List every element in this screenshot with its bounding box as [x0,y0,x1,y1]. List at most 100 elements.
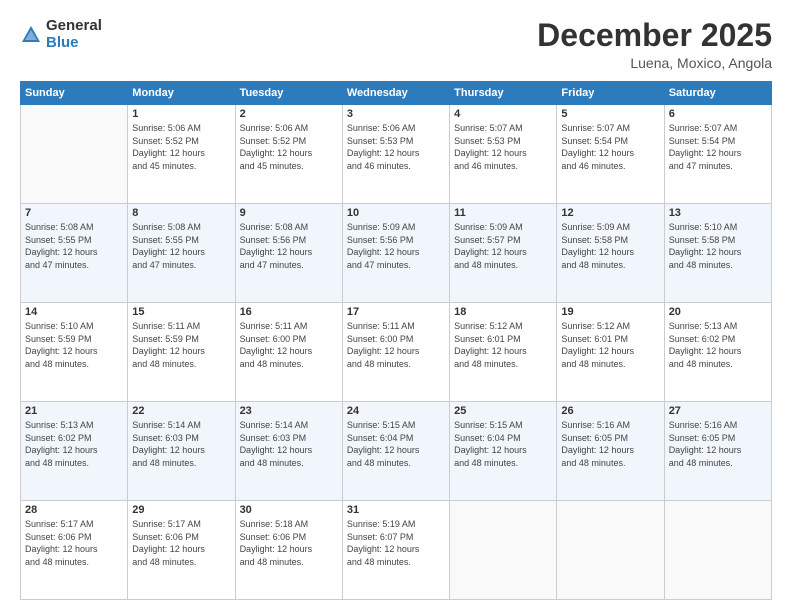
calendar-cell: 8 Sunrise: 5:08 AMSunset: 5:55 PMDaylight… [128,204,235,303]
day-number: 9 [240,207,338,219]
day-number: 2 [240,108,338,120]
day-number: 24 [347,405,445,417]
calendar-cell: 17 Sunrise: 5:11 AMSunset: 6:00 PMDayligh… [342,303,449,402]
calendar-cell: 22 Sunrise: 5:14 AMSunset: 6:03 PMDayligh… [128,402,235,501]
day-number: 1 [132,108,230,120]
day-number: 12 [561,207,659,219]
calendar-cell: 5 Sunrise: 5:07 AMSunset: 5:54 PMDaylight… [557,105,664,204]
location: Luena, Moxico, Angola [537,55,772,71]
calendar-cell: 23Sunrise: 5:14 AMSunset: 6:03 PMDayligh… [235,402,342,501]
calendar-cell: 4 Sunrise: 5:07 AMSunset: 5:53 PMDaylight… [450,105,557,204]
weekday-header-wednesday: Wednesday [342,82,449,105]
day-info: Sunrise: 5:08 AMSunset: 5:55 PMDaylight:… [25,221,123,271]
day-number: 29 [132,504,230,516]
day-number: 19 [561,306,659,318]
day-number: 17 [347,306,445,318]
day-number: 8 [132,207,230,219]
calendar-cell: 6 Sunrise: 5:07 AMSunset: 5:54 PMDaylight… [664,105,771,204]
day-number: 3 [347,108,445,120]
day-info: Sunrise: 5:13 AMSunset: 6:02 PMDaylight:… [669,320,767,370]
calendar-cell: 30 Sunrise: 5:18 AMSunset: 6:06 PMDayligh… [235,501,342,600]
logo-text: General Blue [46,18,102,51]
logo-general: General [46,18,102,35]
calendar-cell: 18Sunrise: 5:12 AMSunset: 6:01 PMDayligh… [450,303,557,402]
calendar-cell [21,105,128,204]
day-info: Sunrise: 5:07 AMSunset: 5:54 PMDaylight:… [669,122,767,172]
day-info: Sunrise: 5:17 AMSunset: 6:06 PMDaylight:… [132,518,230,568]
calendar-week-3: 14Sunrise: 5:10 AMSunset: 5:59 PMDayligh… [21,303,772,402]
calendar-cell: 9 Sunrise: 5:08 AMSunset: 5:56 PMDaylight… [235,204,342,303]
day-number: 6 [669,108,767,120]
day-info: Sunrise: 5:16 AMSunset: 6:05 PMDaylight:… [669,419,767,469]
calendar-cell: 31Sunrise: 5:19 AMSunset: 6:07 PMDayligh… [342,501,449,600]
calendar-cell: 14Sunrise: 5:10 AMSunset: 5:59 PMDayligh… [21,303,128,402]
calendar-cell: 26Sunrise: 5:16 AMSunset: 6:05 PMDayligh… [557,402,664,501]
calendar-cell: 2 Sunrise: 5:06 AMSunset: 5:52 PMDaylight… [235,105,342,204]
day-info: Sunrise: 5:10 AMSunset: 5:59 PMDaylight:… [25,320,123,370]
calendar-cell: 21 Sunrise: 5:13 AMSunset: 6:02 PMDayligh… [21,402,128,501]
day-info: Sunrise: 5:07 AMSunset: 5:54 PMDaylight:… [561,122,659,172]
calendar-cell: 24Sunrise: 5:15 AMSunset: 6:04 PMDayligh… [342,402,449,501]
day-number: 4 [454,108,552,120]
day-info: Sunrise: 5:09 AMSunset: 5:57 PMDaylight:… [454,221,552,271]
calendar-body: 1 Sunrise: 5:06 AMSunset: 5:52 PMDaylight… [21,105,772,600]
calendar: SundayMondayTuesdayWednesdayThursdayFrid… [20,81,772,600]
calendar-week-4: 21 Sunrise: 5:13 AMSunset: 6:02 PMDayligh… [21,402,772,501]
day-number: 31 [347,504,445,516]
day-number: 28 [25,504,123,516]
day-number: 26 [561,405,659,417]
weekday-header-saturday: Saturday [664,82,771,105]
calendar-cell: 3Sunrise: 5:06 AMSunset: 5:53 PMDaylight… [342,105,449,204]
calendar-week-1: 1 Sunrise: 5:06 AMSunset: 5:52 PMDaylight… [21,105,772,204]
calendar-cell: 28 Sunrise: 5:17 AMSunset: 6:06 PMDayligh… [21,501,128,600]
weekday-header-monday: Monday [128,82,235,105]
day-number: 21 [25,405,123,417]
day-number: 30 [240,504,338,516]
calendar-cell [450,501,557,600]
day-number: 10 [347,207,445,219]
day-number: 23 [240,405,338,417]
header: General Blue December 2025 Luena, Moxico… [20,18,772,71]
day-info: Sunrise: 5:06 AMSunset: 5:52 PMDaylight:… [240,122,338,172]
day-number: 15 [132,306,230,318]
calendar-cell: 13 Sunrise: 5:10 AMSunset: 5:58 PMDayligh… [664,204,771,303]
day-number: 22 [132,405,230,417]
day-info: Sunrise: 5:08 AMSunset: 5:55 PMDaylight:… [132,221,230,271]
calendar-cell: 20Sunrise: 5:13 AMSunset: 6:02 PMDayligh… [664,303,771,402]
day-number: 11 [454,207,552,219]
calendar-week-5: 28 Sunrise: 5:17 AMSunset: 6:06 PMDayligh… [21,501,772,600]
calendar-week-2: 7 Sunrise: 5:08 AMSunset: 5:55 PMDaylight… [21,204,772,303]
weekday-header-sunday: Sunday [21,82,128,105]
day-info: Sunrise: 5:17 AMSunset: 6:06 PMDaylight:… [25,518,123,568]
calendar-cell: 29 Sunrise: 5:17 AMSunset: 6:06 PMDayligh… [128,501,235,600]
day-info: Sunrise: 5:08 AMSunset: 5:56 PMDaylight:… [240,221,338,271]
weekday-header-friday: Friday [557,82,664,105]
page: General Blue December 2025 Luena, Moxico… [0,0,792,612]
logo-icon [20,24,42,46]
calendar-cell [557,501,664,600]
calendar-cell: 19 Sunrise: 5:12 AMSunset: 6:01 PMDayligh… [557,303,664,402]
day-info: Sunrise: 5:10 AMSunset: 5:58 PMDaylight:… [669,221,767,271]
day-info: Sunrise: 5:07 AMSunset: 5:53 PMDaylight:… [454,122,552,172]
day-number: 5 [561,108,659,120]
calendar-cell: 16 Sunrise: 5:11 AMSunset: 6:00 PMDayligh… [235,303,342,402]
day-info: Sunrise: 5:18 AMSunset: 6:06 PMDaylight:… [240,518,338,568]
day-number: 16 [240,306,338,318]
day-info: Sunrise: 5:12 AMSunset: 6:01 PMDaylight:… [561,320,659,370]
day-number: 13 [669,207,767,219]
calendar-cell [664,501,771,600]
day-info: Sunrise: 5:15 AMSunset: 6:04 PMDaylight:… [454,419,552,469]
calendar-cell: 11 Sunrise: 5:09 AMSunset: 5:57 PMDayligh… [450,204,557,303]
calendar-cell: 15Sunrise: 5:11 AMSunset: 5:59 PMDayligh… [128,303,235,402]
logo: General Blue [20,18,102,51]
logo-blue: Blue [46,35,102,52]
day-info: Sunrise: 5:13 AMSunset: 6:02 PMDaylight:… [25,419,123,469]
day-number: 7 [25,207,123,219]
day-info: Sunrise: 5:06 AMSunset: 5:52 PMDaylight:… [132,122,230,172]
day-info: Sunrise: 5:11 AMSunset: 6:00 PMDaylight:… [240,320,338,370]
day-info: Sunrise: 5:14 AMSunset: 6:03 PMDaylight:… [132,419,230,469]
calendar-cell: 12Sunrise: 5:09 AMSunset: 5:58 PMDayligh… [557,204,664,303]
day-number: 27 [669,405,767,417]
day-info: Sunrise: 5:11 AMSunset: 6:00 PMDaylight:… [347,320,445,370]
weekday-header-thursday: Thursday [450,82,557,105]
